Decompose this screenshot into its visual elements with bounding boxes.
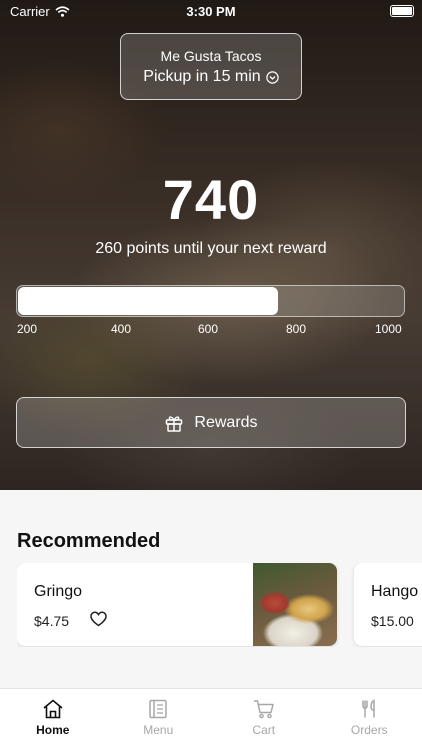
taco-photo	[253, 563, 337, 646]
home-icon	[43, 699, 63, 719]
rewards-progress-bar	[16, 285, 405, 317]
recommended-carousel[interactable]: Gringo $4.75 Hango $15.00	[17, 563, 422, 647]
hero-section: Carrier 3:30 PM Me Gusta Tacos Pickup in…	[0, 0, 422, 490]
progress-tick-label: 1000	[375, 322, 402, 336]
status-time: 3:30 PM	[186, 4, 236, 19]
points-balance: 740	[162, 168, 260, 231]
recommended-heading: Recommended	[17, 530, 161, 552]
points-caption: 260 points until your next reward	[95, 240, 327, 257]
tab-menu[interactable]: Menu	[106, 689, 212, 750]
status-bar: Carrier 3:30 PM	[0, 0, 422, 22]
tab-menu-label: Menu	[143, 723, 174, 737]
menu-icon	[149, 699, 167, 719]
pickup-time-row: Pickup in 15 min	[121, 68, 301, 86]
pickup-time-label: Pickup in 15 min	[143, 68, 261, 85]
tab-home[interactable]: Home	[0, 689, 106, 750]
gift-icon	[166, 415, 183, 432]
item-price: $15.00	[371, 613, 414, 629]
chevron-down-circle-icon	[265, 70, 279, 84]
bottom-tab-bar: Home Menu Cart Orders	[0, 688, 422, 750]
rewards-button-label: Rewards	[194, 413, 258, 431]
rewards-progress-fill	[18, 287, 278, 315]
cart-icon	[253, 700, 274, 719]
recommended-item-card[interactable]: Gringo $4.75	[17, 563, 337, 646]
utensils-icon	[362, 699, 375, 718]
store-name: Me Gusta Tacos	[160, 48, 262, 64]
tab-orders[interactable]: Orders	[317, 689, 422, 750]
progress-tick-label: 800	[286, 322, 307, 336]
item-name: Hango	[371, 583, 419, 600]
store-selector[interactable]: Me Gusta Tacos Pickup in 15 min	[120, 33, 302, 100]
tab-cart[interactable]: Cart	[211, 689, 317, 750]
item-name: Gringo	[34, 583, 83, 600]
tab-home-label: Home	[36, 723, 70, 737]
battery-icon	[390, 5, 414, 17]
progress-tick-label: 400	[111, 322, 132, 336]
tab-cart-label: Cart	[252, 723, 276, 737]
progress-tick-label: 200	[17, 322, 38, 336]
rewards-button[interactable]: Rewards	[16, 397, 406, 448]
heart-icon[interactable]	[90, 611, 107, 627]
progress-tick-label: 600	[198, 322, 219, 336]
item-price: $4.75	[34, 613, 70, 629]
tab-orders-label: Orders	[350, 723, 388, 737]
recommended-item-card[interactable]: Hango $15.00	[354, 563, 422, 646]
